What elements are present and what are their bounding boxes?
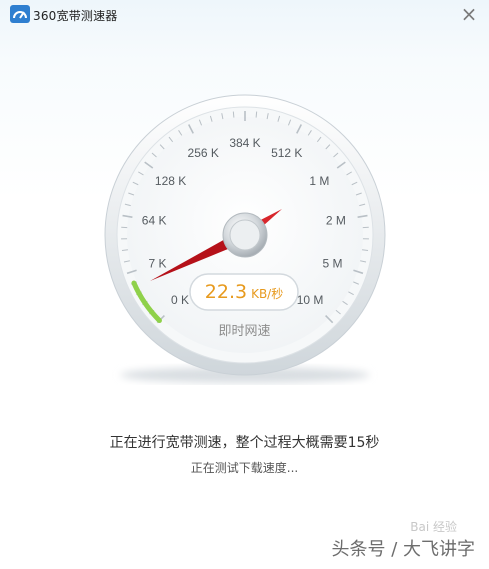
title-bar: 360宽带测速器 × <box>0 0 489 30</box>
gauge-scale-label: 1 M <box>309 174 329 188</box>
speedometer-app-icon <box>10 5 30 23</box>
baidu-watermark: Bai 经验 <box>410 520 457 534</box>
status-detail: 正在测试下载速度... <box>190 461 299 475</box>
gauge-scale-label: 512 K <box>271 146 302 160</box>
status-message: 正在进行宽带测速，整个过程大概需要15秒 <box>109 435 380 451</box>
gauge-scale-label: 2 M <box>326 214 346 228</box>
speed-readout: 22.3 KB/秒 <box>190 274 298 310</box>
gauge-scale-label: 7 K <box>148 256 166 270</box>
close-icon[interactable]: × <box>459 4 479 24</box>
speed-unit: KB/秒 <box>251 287 284 301</box>
speed-gauge: 0 K 7 K 64 K 128 K256 K 384 K 512 K 1 M 2 M 5 M 1… <box>104 94 386 383</box>
gauge-scale-label: 0 K <box>171 293 189 307</box>
gauge-scale-label: 10 M <box>297 293 324 307</box>
window-title: 360宽带测速器 <box>33 9 118 23</box>
needle-hub-cap <box>229 219 261 251</box>
gauge-scale-label: 128 K <box>155 174 186 188</box>
gauge-scale-label: 64 K <box>142 214 167 228</box>
speed-value: 22.3 <box>204 281 248 303</box>
gauge-tick <box>232 111 235 118</box>
gauge-tick <box>255 111 258 118</box>
gauge-scale-label: 384 K <box>229 136 260 150</box>
gauge-scale-label: 256 K <box>188 146 219 160</box>
gauge-caption: 即时网速 <box>218 324 271 339</box>
source-watermark: 头条号 / 大飞讲字 <box>331 539 475 560</box>
gauge-scale-label: 5 M <box>322 256 342 270</box>
app-window: 360宽带测速器 × 0 K7 K 64 K 128 K 256 K 384 K… <box>0 0 489 569</box>
